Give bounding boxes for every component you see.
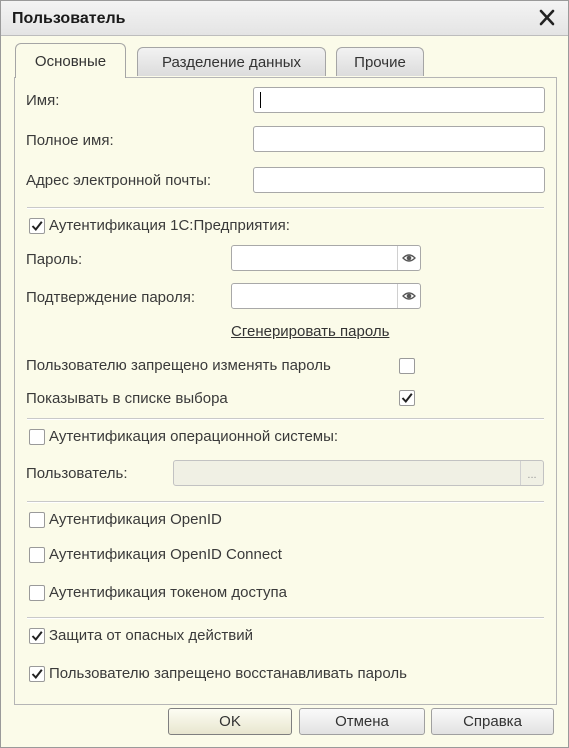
tab-data-separation[interactable]: Разделение данных xyxy=(137,47,326,76)
os-user-label: Пользователь: xyxy=(26,465,128,482)
name-label: Имя: xyxy=(26,92,60,109)
divider xyxy=(27,418,544,420)
password-field[interactable] xyxy=(231,245,421,271)
show-in-list-label: Показывать в списке выбора xyxy=(26,390,228,407)
tab-other[interactable]: Прочие xyxy=(336,47,424,76)
cannot-change-password-label: Пользователю запрещено изменять пароль xyxy=(26,357,331,374)
os-user-field[interactable]: ... xyxy=(173,460,544,486)
auth-os-label: Аутентификация операционной системы: xyxy=(49,428,339,445)
cancel-button[interactable]: Отмена xyxy=(299,708,425,735)
unsafe-action-protection-checkbox[interactable] xyxy=(29,628,45,644)
password-confirm-label: Подтверждение пароля: xyxy=(26,289,196,306)
tab-main[interactable]: Основные xyxy=(15,43,126,78)
email-label: Адрес электронной почты: xyxy=(26,172,212,189)
close-icon[interactable] xyxy=(535,7,559,29)
title-bar: Пользователь xyxy=(1,1,568,36)
full-name-field[interactable] xyxy=(253,126,545,152)
password-confirm-field[interactable] xyxy=(231,283,421,309)
ok-button[interactable]: OK xyxy=(168,708,292,735)
help-button[interactable]: Справка xyxy=(431,708,554,735)
unsafe-action-protection-label: Защита от опасных действий xyxy=(49,627,253,644)
auth-1c-label: Аутентификация 1С:Предприятия: xyxy=(49,217,290,234)
show-in-list-checkbox[interactable] xyxy=(399,390,415,406)
check-mark-icon xyxy=(31,631,43,642)
auth-openid-checkbox[interactable] xyxy=(29,512,45,528)
email-field[interactable] xyxy=(253,167,545,193)
check-mark-icon xyxy=(31,669,43,680)
user-dialog: Пользователь Основные Разделение данных … xyxy=(0,0,569,748)
auth-openid-label: Аутентификация OpenID xyxy=(49,511,222,528)
os-user-select-button[interactable]: ... xyxy=(520,461,543,485)
check-mark-icon xyxy=(31,221,43,232)
divider xyxy=(27,617,544,619)
eye-icon xyxy=(402,254,416,262)
name-field[interactable] xyxy=(253,87,545,113)
text-caret xyxy=(260,92,261,108)
auth-token-label: Аутентификация токеном доступа xyxy=(49,584,287,601)
auth-openid-connect-checkbox[interactable] xyxy=(29,547,45,563)
auth-openid-connect-label: Аутентификация OpenID Connect xyxy=(49,546,282,563)
auth-token-checkbox[interactable] xyxy=(29,585,45,601)
full-name-label: Полное имя: xyxy=(26,132,114,149)
divider xyxy=(27,501,544,503)
auth-1c-checkbox[interactable] xyxy=(29,218,45,234)
cannot-change-password-checkbox[interactable] xyxy=(399,358,415,374)
cannot-recover-password-label: Пользователю запрещено восстанавливать п… xyxy=(49,665,407,682)
generate-password-link[interactable]: Сгенерировать пароль xyxy=(231,323,389,340)
show-password-button[interactable] xyxy=(397,246,420,270)
divider xyxy=(27,207,544,209)
eye-icon xyxy=(402,292,416,300)
show-password-confirm-button[interactable] xyxy=(397,284,420,308)
check-mark-icon xyxy=(401,393,413,404)
window-title: Пользователь xyxy=(12,10,126,27)
auth-os-checkbox[interactable] xyxy=(29,429,45,445)
password-label: Пароль: xyxy=(26,251,83,268)
cannot-recover-password-checkbox[interactable] xyxy=(29,666,45,682)
